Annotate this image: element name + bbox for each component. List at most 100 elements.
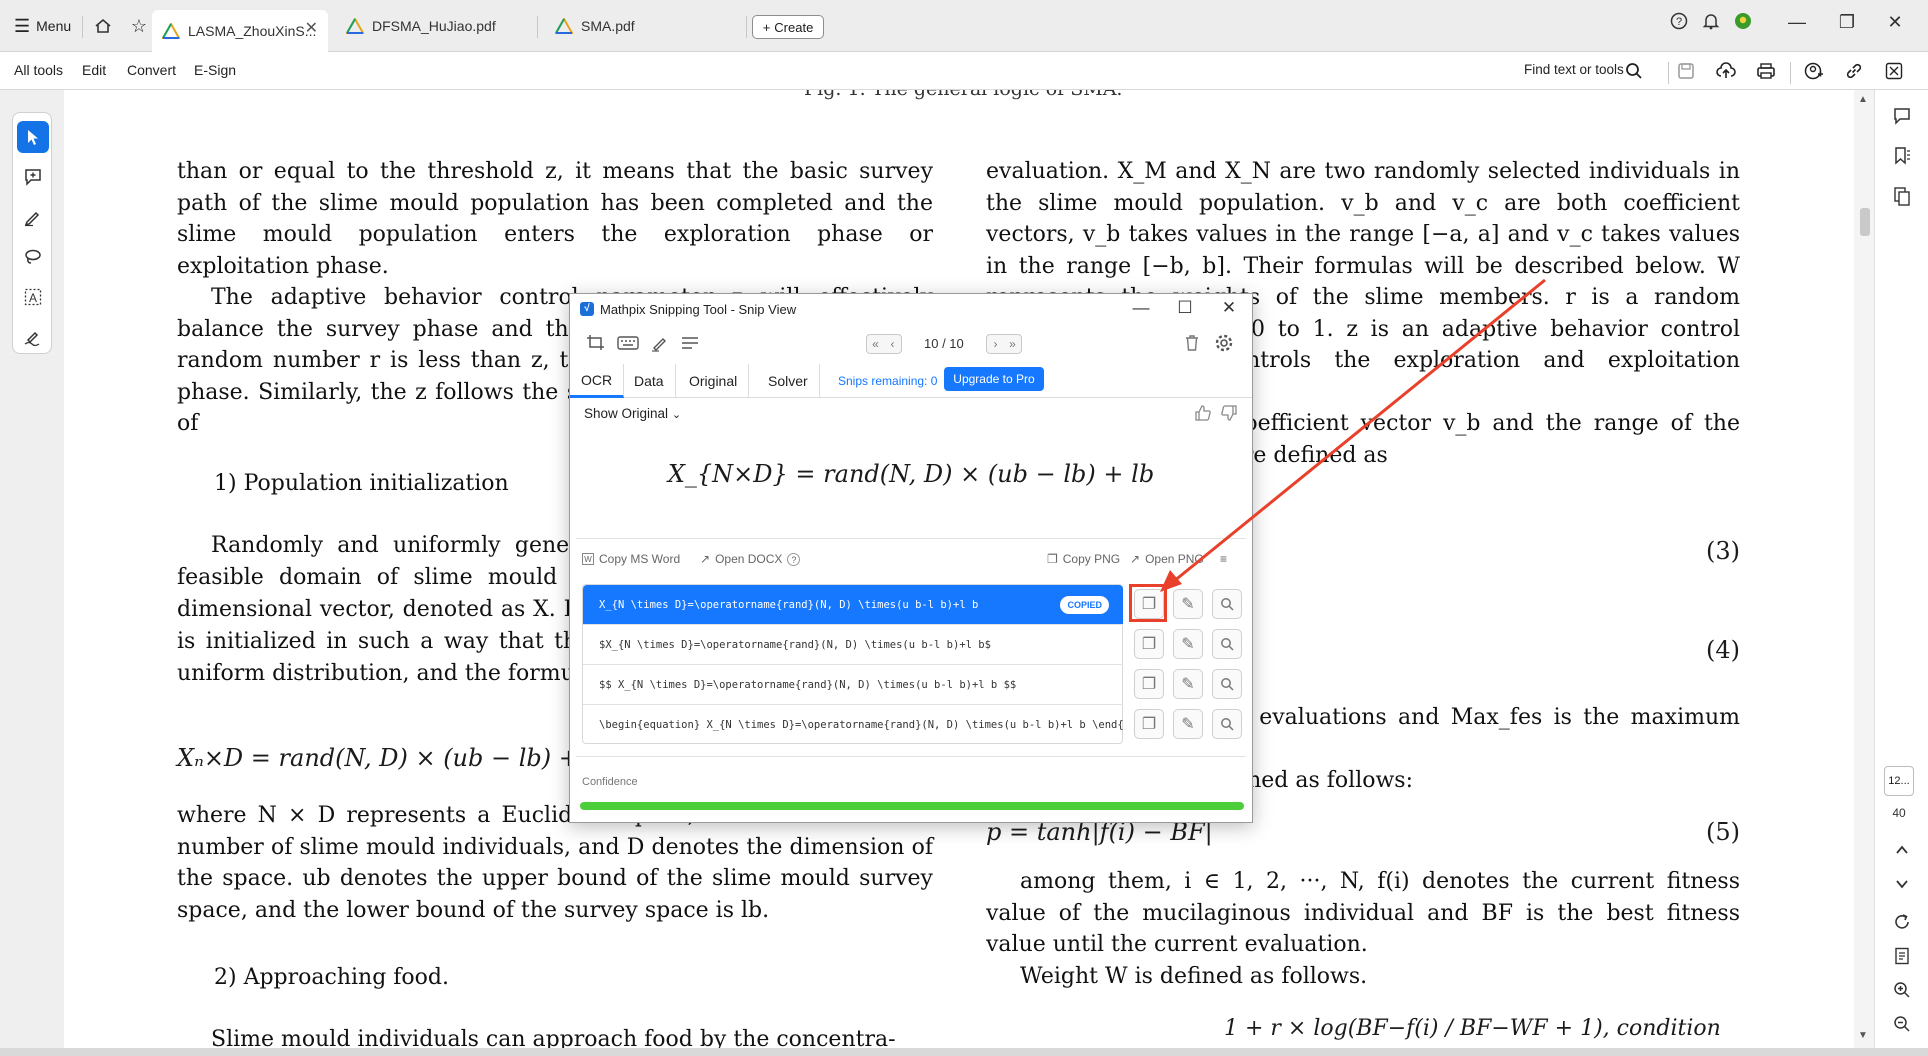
open-png-button[interactable]: ↗ Open PNG bbox=[1130, 552, 1204, 566]
edit-button[interactable]: ✎ bbox=[1173, 629, 1203, 659]
draw-tool[interactable] bbox=[17, 241, 49, 273]
refresh-icon[interactable] bbox=[1888, 908, 1916, 936]
tab-ocr[interactable]: OCR bbox=[570, 364, 625, 398]
comment-tool[interactable] bbox=[17, 161, 49, 193]
show-original-label: Show Original bbox=[584, 406, 669, 421]
page-number-input[interactable]: 12... bbox=[1884, 766, 1914, 796]
section-heading: 2) Approaching food. bbox=[214, 965, 449, 990]
copy-button[interactable]: ❐ bbox=[1134, 669, 1164, 699]
close-toolbar-icon[interactable] bbox=[1880, 57, 1908, 85]
close-window-icon[interactable]: ✕ bbox=[1214, 298, 1244, 318]
show-original-toggle[interactable]: Show Original ⌄ bbox=[584, 406, 681, 421]
confidence-label: Confidence bbox=[582, 776, 638, 788]
prev-snip-icon[interactable]: ‹ bbox=[884, 335, 901, 353]
bookmarks-icon[interactable] bbox=[1888, 142, 1916, 170]
result-row-selected[interactable]: X_{N \times D}=\operatorname{rand}(N, D)… bbox=[583, 585, 1123, 625]
format-settings-icon[interactable]: ≡ bbox=[1220, 552, 1227, 566]
open-docx-button[interactable]: ↗ Open DOCX ? bbox=[700, 552, 801, 566]
zoom-out-icon[interactable] bbox=[1888, 1010, 1916, 1038]
edit-button[interactable]: ✎ bbox=[1173, 709, 1203, 739]
tab-sma[interactable]: SMA.pdf bbox=[545, 10, 745, 42]
zoom-in-icon[interactable] bbox=[1888, 976, 1916, 1004]
share-user-icon[interactable] bbox=[1800, 57, 1828, 85]
last-snip-icon[interactable]: » bbox=[1004, 335, 1021, 353]
first-prev-nav[interactable]: «‹ bbox=[866, 334, 902, 354]
menu-all-tools[interactable]: All tools bbox=[14, 62, 63, 78]
search-icon bbox=[1221, 718, 1234, 731]
chevron-up-icon[interactable] bbox=[1888, 836, 1916, 864]
upgrade-button[interactable]: Upgrade to Pro bbox=[944, 367, 1044, 391]
create-button[interactable]: + Create bbox=[752, 15, 824, 39]
maximize-icon[interactable]: ☐ bbox=[1170, 298, 1200, 318]
restore-icon[interactable]: ❐ bbox=[1832, 12, 1862, 33]
next-last-nav[interactable]: ›» bbox=[986, 334, 1022, 354]
chevron-down-icon[interactable] bbox=[1888, 870, 1916, 898]
equation-number: (3) bbox=[1706, 537, 1740, 565]
select-tool[interactable] bbox=[17, 121, 49, 153]
find-text-or-tools[interactable]: Find text or tools bbox=[1524, 62, 1624, 77]
pages-icon[interactable] bbox=[1888, 182, 1916, 210]
copy-png-button[interactable]: ❐ Copy PNG bbox=[1047, 552, 1120, 566]
tab-solver[interactable]: Solver bbox=[757, 364, 820, 398]
result-row[interactable]: $X_{N \times D}=\operatorname{rand}(N, D… bbox=[583, 625, 1123, 665]
keyboard-icon[interactable] bbox=[616, 332, 640, 354]
scroll-up-icon[interactable]: ▲ bbox=[1858, 94, 1868, 105]
copy-button[interactable]: ❐ bbox=[1134, 629, 1164, 659]
menu-esign[interactable]: E-Sign bbox=[194, 62, 236, 78]
menu-label: Menu bbox=[36, 18, 72, 34]
vertical-scrollbar[interactable]: ▲ ▼ bbox=[1854, 90, 1874, 1048]
result-row[interactable]: \begin{equation} X_{N \times D}=\operato… bbox=[583, 705, 1123, 745]
handwriting-icon[interactable] bbox=[648, 332, 672, 354]
screenshot-icon[interactable] bbox=[584, 332, 608, 354]
search-button[interactable] bbox=[1212, 709, 1242, 739]
help-icon[interactable]: ? bbox=[1664, 12, 1694, 35]
edit-button[interactable]: ✎ bbox=[1173, 589, 1203, 619]
thumbs-up-icon[interactable] bbox=[1194, 404, 1212, 427]
search-icon[interactable] bbox=[1620, 57, 1648, 85]
highlight-tool[interactable] bbox=[17, 201, 49, 233]
search-button[interactable] bbox=[1212, 589, 1242, 619]
print-icon[interactable] bbox=[1752, 57, 1780, 85]
save-icon[interactable] bbox=[1672, 57, 1700, 85]
settings-gear-icon[interactable] bbox=[1212, 332, 1236, 354]
menu-edit[interactable]: Edit bbox=[82, 62, 106, 78]
mathpix-title-bar[interactable]: √ Mathpix Snipping Tool - Snip View — ☐ … bbox=[570, 294, 1252, 324]
avatar[interactable] bbox=[1728, 12, 1758, 35]
copy-ms-word-button[interactable]: W Copy MS Word bbox=[582, 552, 680, 566]
minimize-icon[interactable]: — bbox=[1126, 298, 1156, 318]
search-button[interactable] bbox=[1212, 629, 1242, 659]
scroll-thumb[interactable] bbox=[1860, 208, 1870, 236]
copy-button[interactable]: ❐ bbox=[1134, 709, 1164, 739]
star-icon: ☆ bbox=[130, 15, 148, 36]
cloud-upload-icon[interactable] bbox=[1712, 57, 1740, 85]
trash-icon[interactable] bbox=[1180, 332, 1204, 354]
tab-data[interactable]: Data bbox=[623, 364, 676, 398]
first-snip-icon[interactable]: « bbox=[867, 335, 884, 353]
pdf-file-icon bbox=[555, 18, 573, 34]
scroll-down-icon[interactable]: ▼ bbox=[1858, 1030, 1868, 1041]
tab-lasma[interactable]: LASMA_ZhouXinS... ✕ bbox=[152, 10, 328, 52]
menu-convert[interactable]: Convert bbox=[127, 62, 176, 78]
close-tab-icon[interactable]: ✕ bbox=[305, 18, 318, 38]
sign-tool[interactable] bbox=[17, 321, 49, 353]
result-row[interactable]: $$ X_{N \times D}=\operatorname{rand}(N,… bbox=[583, 665, 1123, 705]
link-icon[interactable] bbox=[1840, 57, 1868, 85]
text-select-tool[interactable]: A bbox=[17, 281, 49, 313]
info-icon[interactable]: ? bbox=[787, 552, 801, 566]
bell-icon[interactable] bbox=[1696, 12, 1726, 35]
thumbs-down-icon[interactable] bbox=[1220, 404, 1238, 427]
next-snip-icon[interactable]: › bbox=[987, 335, 1004, 353]
star-button[interactable]: ☆ bbox=[126, 9, 152, 43]
close-window-icon[interactable]: ✕ bbox=[1880, 12, 1910, 33]
comments-panel-icon[interactable] bbox=[1888, 102, 1916, 130]
search-button[interactable] bbox=[1212, 669, 1242, 699]
home-button[interactable] bbox=[88, 9, 118, 43]
page-view-icon[interactable] bbox=[1888, 942, 1916, 970]
edit-button[interactable]: ✎ bbox=[1173, 669, 1203, 699]
menu-button[interactable]: ☰ Menu bbox=[14, 9, 71, 43]
tab-dfsma[interactable]: DFSMA_HuJiao.pdf bbox=[336, 10, 536, 42]
tab-original[interactable]: Original bbox=[678, 364, 750, 398]
mathpix-toolbar: «‹ 10 / 10 ›» bbox=[570, 324, 1252, 362]
minimize-icon[interactable]: — bbox=[1782, 12, 1812, 33]
list-icon[interactable] bbox=[678, 332, 702, 354]
